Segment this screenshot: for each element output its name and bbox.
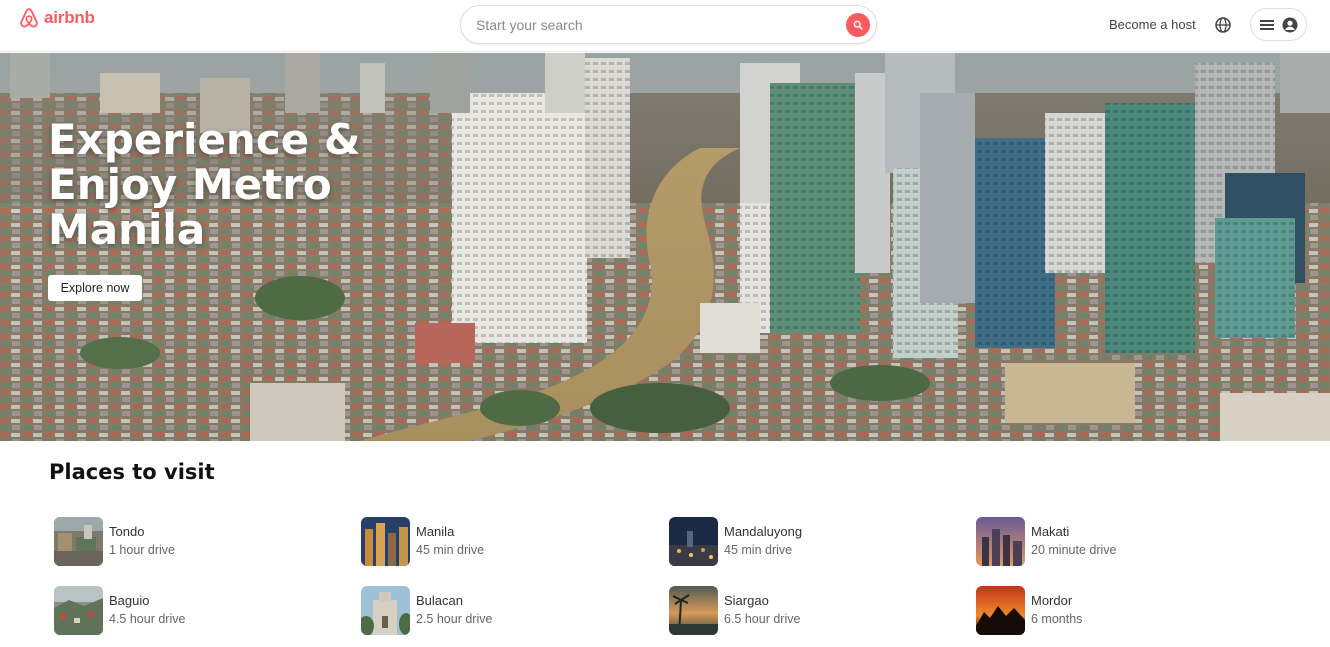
place-distance: 6 months: [1031, 612, 1083, 626]
place-name: Bulacan: [416, 593, 463, 608]
place-thumbnail: [361, 585, 410, 635]
place-card-baguio[interactable]: Baguio 4.5 hour drive: [54, 585, 314, 635]
airbnb-logo-icon: [20, 8, 38, 28]
place-name: Makati: [1031, 524, 1070, 539]
place-card-tondo[interactable]: Tondo 1 hour drive: [54, 516, 314, 566]
place-card-manila[interactable]: Manila 45 min drive: [361, 516, 621, 566]
place-name: Mordor: [1031, 593, 1073, 608]
place-thumbnail: [361, 516, 410, 566]
place-thumbnail: [54, 585, 103, 635]
place-distance: 45 min drive: [724, 543, 793, 557]
place-name: Manila: [416, 524, 455, 539]
places-section-title: Places to visit: [49, 460, 215, 484]
place-thumbnail: [669, 516, 718, 566]
place-card-mandaluyong[interactable]: Mandaluyong 45 min drive: [669, 516, 929, 566]
place-thumbnail: [669, 585, 718, 635]
place-card-makati[interactable]: Makati 20 minute drive: [976, 516, 1236, 566]
place-distance: 6.5 hour drive: [724, 612, 801, 626]
hero-title: Experience & Enjoy Metro Manila: [48, 115, 361, 254]
place-thumbnail: [54, 516, 103, 566]
logo-text: airbnb: [44, 8, 95, 27]
place-distance: 4.5 hour drive: [109, 612, 186, 626]
place-distance: 1 hour drive: [109, 543, 176, 557]
search-input[interactable]: [476, 6, 836, 43]
airbnb-logo[interactable]: airbnb: [17, 6, 95, 30]
menu-icon: [1259, 19, 1274, 30]
search-button[interactable]: [846, 13, 870, 37]
place-distance: 45 min drive: [416, 543, 485, 557]
user-icon: [1282, 17, 1297, 32]
search-bar[interactable]: [460, 5, 877, 44]
place-card-mordor[interactable]: Mordor 6 months: [976, 585, 1236, 635]
place-card-siargao[interactable]: Siargao 6.5 hour drive: [669, 585, 929, 635]
place-card-bulacan[interactable]: Bulacan 2.5 hour drive: [361, 585, 621, 635]
top-nav: airbnb Become a host: [0, 0, 1330, 52]
profile-menu-button[interactable]: [1250, 8, 1307, 41]
place-distance: 2.5 hour drive: [416, 612, 493, 626]
become-host-link[interactable]: Become a host: [1109, 17, 1196, 32]
hero-banner: Experience & Enjoy Metro Manila Explore …: [0, 53, 1330, 441]
explore-now-button[interactable]: Explore now: [48, 275, 142, 301]
place-name: Baguio: [109, 593, 150, 608]
place-thumbnail: [976, 516, 1025, 566]
place-distance: 20 minute drive: [1031, 543, 1117, 557]
place-name: Siargao: [724, 593, 769, 608]
place-name: Mandaluyong: [724, 524, 803, 539]
place-name: Tondo: [109, 524, 145, 539]
place-thumbnail: [976, 585, 1025, 635]
globe-icon[interactable]: [1214, 16, 1232, 34]
search-icon: [853, 20, 863, 30]
